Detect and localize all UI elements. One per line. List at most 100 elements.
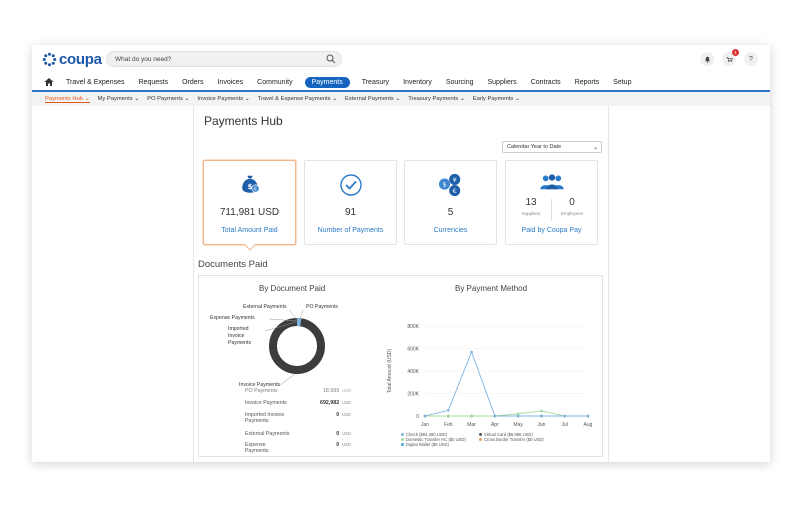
- help-icon[interactable]: ?: [744, 52, 758, 66]
- x-tick-label: Mar: [467, 422, 476, 428]
- svg-text:€: €: [452, 187, 456, 195]
- home-icon[interactable]: [44, 77, 54, 87]
- chevron-down-icon: ⌄: [514, 96, 520, 102]
- currency-coins-icon: ¥ $ €: [405, 173, 496, 197]
- coupa-logo-icon: [42, 52, 57, 67]
- data-point[interactable]: [446, 414, 450, 418]
- check-circle-icon: [305, 173, 396, 197]
- card-total-amount-paid[interactable]: $ € 711,981 USD Total Amount Paid: [203, 160, 296, 251]
- table-row: PO Payments 18,999 USD: [245, 388, 353, 394]
- row-amount: 692,982: [320, 400, 340, 406]
- nav-invoices[interactable]: Invoices: [217, 79, 243, 86]
- documents-paid-title: Documents Paid: [198, 259, 268, 270]
- page-title: Payments Hub: [204, 114, 283, 128]
- cart-badge: 1: [732, 49, 739, 56]
- x-tick-label: Jul: [562, 422, 568, 428]
- nav-treasury[interactable]: Treasury: [362, 79, 389, 86]
- total-amount-value: 711,981 USD: [219, 207, 280, 218]
- nav-payments[interactable]: Payments: [304, 76, 350, 88]
- svg-text:¥: ¥: [452, 176, 456, 184]
- card-paid-by-coupa-pay[interactable]: 13 Suppliers 0 Employees Paid by Coupa P…: [505, 160, 598, 245]
- search-input[interactable]: [115, 53, 315, 65]
- currencies-label: Currencies: [433, 227, 468, 234]
- nav-requests[interactable]: Requests: [139, 79, 169, 86]
- subnav-travel-expense-payments[interactable]: Travel & Expense Payments ⌄: [258, 96, 337, 102]
- row-amount: 18,999: [322, 388, 340, 394]
- data-point[interactable]: [586, 414, 590, 418]
- data-point[interactable]: [563, 414, 567, 418]
- subnav-label: External Payments: [345, 96, 394, 102]
- legend-label: Cross Border Transfer ($0 USD): [484, 437, 544, 442]
- nav-orders[interactable]: Orders: [182, 79, 203, 86]
- nav-inventory[interactable]: Inventory: [403, 79, 432, 86]
- top-icons: 1 ?: [700, 49, 758, 66]
- nav-suppliers[interactable]: Suppliers: [488, 79, 517, 86]
- row-unit: USD: [342, 400, 351, 405]
- donut-label-imported-1: Imported: [228, 326, 249, 332]
- chevron-down-icon: ⌄: [134, 96, 140, 102]
- x-tick-label: Jan: [421, 422, 429, 428]
- nav-reports[interactable]: Reports: [575, 79, 600, 86]
- data-point[interactable]: [540, 409, 543, 413]
- donut-label-imported-2: Invoice: [228, 333, 245, 339]
- nav-contracts[interactable]: Contracts: [531, 79, 561, 86]
- series-line[interactable]: [424, 350, 588, 417]
- chevron-down-icon: ⌄: [332, 96, 338, 102]
- nav-sourcing[interactable]: Sourcing: [446, 79, 474, 86]
- data-point[interactable]: [540, 414, 543, 418]
- svg-text:$: $: [442, 180, 446, 188]
- subnav-treasury-payments[interactable]: Treasury Payments ⌄: [408, 96, 465, 102]
- chevron-down-icon: ⌄: [592, 145, 598, 151]
- legend-label: Digital Wallet ($0 USD): [406, 442, 449, 447]
- card-currencies[interactable]: ¥ $ € 5 Currencies: [404, 160, 497, 245]
- subnav-my-payments[interactable]: My Payments ⌄: [98, 96, 140, 102]
- nav-travel-expenses[interactable]: Travel & Expenses: [66, 79, 125, 86]
- period-select[interactable]: Calendar Year to Date ⌄: [502, 141, 602, 153]
- donut-slice-invoice[interactable]: [269, 318, 325, 374]
- x-tick-label: Apr: [491, 422, 499, 428]
- chevron-down-icon: ⌄: [395, 96, 401, 102]
- y-tick-label: 0: [416, 414, 419, 420]
- document-donut-chart: [264, 309, 325, 387]
- row-label-line2: Payments: [245, 448, 269, 454]
- subnav-label: My Payments: [97, 96, 133, 102]
- data-point[interactable]: [516, 412, 520, 416]
- data-point[interactable]: [446, 409, 450, 412]
- number-of-payments-value: 91: [344, 207, 357, 218]
- currencies-value: 5: [447, 207, 454, 218]
- row-unit: USD: [342, 388, 351, 393]
- row-value: 0 USD: [315, 431, 351, 437]
- search-icon[interactable]: [326, 54, 336, 64]
- chevron-down-icon: ⌄: [244, 96, 250, 102]
- data-point[interactable]: [516, 414, 520, 418]
- subnav-po-payments[interactable]: PO Payments ⌄: [147, 96, 189, 102]
- subnav-invoice-payments[interactable]: Invoice Payments ⌄: [197, 96, 249, 102]
- card-number-of-payments[interactable]: 91 Number of Payments: [304, 160, 397, 245]
- number-of-payments-label: Number of Payments: [317, 227, 384, 234]
- coupa-pay-split: 13 Suppliers 0 Employees: [506, 197, 597, 221]
- row-label: External Payments: [245, 431, 290, 437]
- selected-card-caret: [244, 239, 256, 251]
- legend-item[interactable]: Digital Wallet ($0 USD): [401, 442, 449, 447]
- nav-community[interactable]: Community: [257, 79, 292, 86]
- data-point[interactable]: [470, 414, 473, 418]
- data-point[interactable]: [470, 350, 473, 354]
- x-tick-label: May: [513, 422, 523, 428]
- data-point[interactable]: [493, 414, 497, 418]
- row-unit: USD: [342, 412, 351, 417]
- legend-marker: [401, 433, 404, 436]
- subnav-external-payments[interactable]: External Payments ⌄: [345, 96, 400, 102]
- sub-nav: Payments Hub ⌄ My Payments ⌄ PO Payments…: [32, 92, 770, 106]
- suppliers-count: 13: [525, 197, 537, 208]
- subnav-early-payments[interactable]: Early Payments ⌄: [473, 96, 520, 102]
- nav-setup[interactable]: Setup: [613, 79, 631, 86]
- coupa-logo[interactable]: coupa: [42, 51, 102, 68]
- content-left-border: [193, 106, 194, 462]
- data-point[interactable]: [423, 414, 427, 418]
- notifications-bell-icon[interactable]: [700, 52, 714, 66]
- legend-item[interactable]: Cross Border Transfer ($0 USD): [479, 437, 544, 442]
- cart-icon[interactable]: 1: [722, 49, 739, 66]
- series-line[interactable]: [425, 410, 588, 417]
- row-unit: USD: [342, 442, 351, 447]
- subnav-payments-hub[interactable]: Payments Hub ⌄: [45, 96, 90, 103]
